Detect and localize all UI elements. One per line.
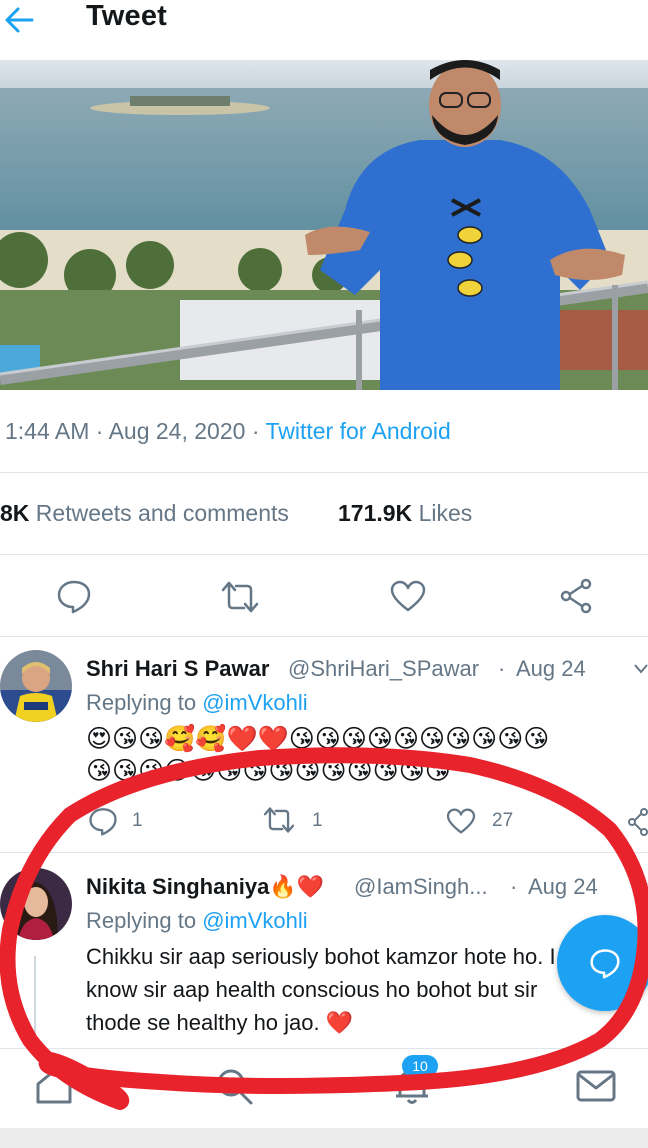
reply-text: Chikku sir aap seriously bohot kamzor ho… [86, 944, 556, 1035]
reply-emoji-line: 😘😘😘😘😘😘😘😘😘😘😘😘😘😘 [86, 757, 451, 785]
share-icon[interactable] [628, 808, 648, 836]
reply-icon[interactable] [56, 578, 92, 614]
separator-dot: · [510, 874, 518, 899]
like-icon[interactable] [390, 580, 426, 612]
avatar[interactable] [0, 650, 72, 722]
retweet-icon[interactable] [220, 580, 260, 614]
system-bar [0, 1128, 648, 1148]
back-arrow-icon[interactable] [2, 6, 36, 34]
replying-to: Replying to @imVkohli [86, 908, 308, 934]
likes-stat[interactable]: 171.9K Likes [338, 500, 472, 527]
reply-author-handle[interactable]: @IamSingh... [354, 874, 488, 900]
reply-count: 1 [132, 810, 143, 831]
chevron-down-icon[interactable] [634, 664, 648, 674]
retweet-count: 1 [312, 810, 323, 831]
divider [0, 852, 648, 853]
thread-line [34, 956, 36, 1036]
reply-emoji-line: 😍😘😘🥰🥰❤️❤️😘😘😘😘😘😘😘😘😘😘 [86, 725, 550, 753]
tweet-source-link[interactable]: Twitter for Android [265, 418, 450, 444]
divider [0, 636, 648, 637]
search-icon[interactable] [214, 1066, 254, 1106]
like-count: 27 [492, 810, 514, 831]
home-icon[interactable] [34, 1066, 74, 1106]
like-icon[interactable] [446, 808, 476, 834]
top-bar: Tweet [0, 0, 648, 58]
divider [0, 472, 648, 473]
reply-author-handle[interactable]: @ShriHari_SPawar [288, 656, 479, 682]
tweet-photo[interactable] [0, 60, 648, 390]
notification-badge: 10 [402, 1055, 438, 1077]
likes-label: Likes [418, 500, 473, 526]
tweet-timestamp: 1:44 AM · Aug 24, 2020 · Twitter for And… [5, 418, 451, 445]
tweet-time: 1:44 AM [5, 418, 90, 444]
mention-link[interactable]: @imVkohli [202, 908, 307, 933]
separator-dot: · [251, 418, 260, 444]
likes-count: 171.9K [338, 500, 413, 526]
retweets-count: 8K [0, 500, 30, 526]
separator-dot: · [498, 656, 506, 681]
share-icon[interactable] [558, 578, 594, 614]
replying-to: Replying to @imVkohli [86, 690, 308, 716]
reply-author-name[interactable]: Nikita Singhaniya🔥❤️ [86, 874, 324, 900]
chevron-down-icon[interactable] [634, 882, 648, 892]
reply-date: Aug 24 [516, 656, 586, 681]
replying-label: Replying to [86, 690, 197, 715]
tweet-date: Aug 24, 2020 [108, 418, 246, 444]
compose-reply-button[interactable] [557, 915, 648, 1011]
reply-author-name[interactable]: Shri Hari S Pawar [86, 656, 269, 682]
divider [0, 554, 648, 555]
retweet-icon[interactable] [262, 806, 296, 834]
avatar[interactable] [0, 868, 72, 940]
separator-dot: · [95, 418, 104, 444]
reply-icon [590, 949, 620, 979]
mention-link[interactable]: @imVkohli [202, 690, 307, 715]
messages-icon[interactable] [576, 1070, 616, 1102]
reply-icon[interactable] [88, 806, 118, 836]
retweets-stat[interactable]: 8K Retweets and comments [0, 500, 289, 527]
page-title: Tweet [86, 0, 168, 32]
reply-date: Aug 24 [528, 874, 598, 899]
retweets-label: Retweets and comments [35, 500, 289, 526]
replying-label: Replying to [86, 908, 197, 933]
